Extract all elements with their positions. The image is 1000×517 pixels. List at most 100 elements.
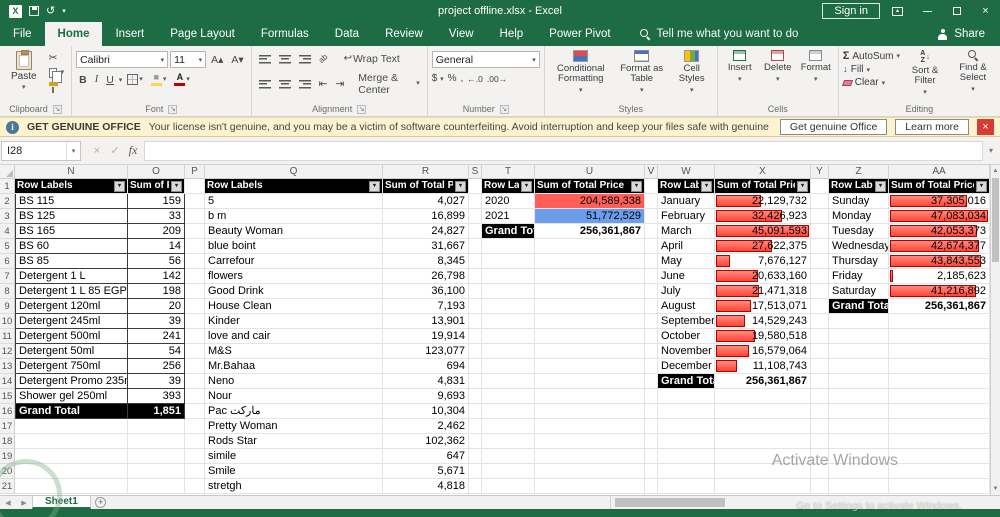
cell-W17[interactable] <box>658 419 715 434</box>
cell-W16[interactable] <box>658 404 715 419</box>
filter-dropdown-icon[interactable]: ▾ <box>521 180 532 192</box>
cell-R11[interactable]: 19,914 <box>383 329 469 344</box>
cell-AA16[interactable] <box>889 404 990 419</box>
cell-V6[interactable] <box>645 254 658 269</box>
cell-O16[interactable]: 1,851 <box>128 404 185 419</box>
cell-AA5[interactable]: 42,674,377 <box>889 239 990 254</box>
cell-AA17[interactable] <box>889 419 990 434</box>
cell-R16[interactable]: 10,304 <box>383 404 469 419</box>
minimize-button[interactable] <box>913 0 942 22</box>
column-header-Y[interactable]: Y <box>811 165 829 179</box>
column-header-U[interactable]: U <box>535 165 645 179</box>
cell-AA14[interactable] <box>889 374 990 389</box>
cell-X11[interactable]: 19,580,518 <box>715 329 811 344</box>
cell-V8[interactable] <box>645 284 658 299</box>
format-cells-button[interactable]: Format ▾ <box>798 48 834 85</box>
cell-Q19[interactable]: simile <box>205 449 383 464</box>
column-header-Z[interactable]: Z <box>829 165 889 179</box>
learn-more-button[interactable]: Learn more <box>895 119 969 135</box>
horizontal-scroll-thumb[interactable] <box>615 498 725 507</box>
cell-Q2[interactable]: 5 <box>205 194 383 209</box>
row-header-6[interactable]: 6 <box>0 254 15 269</box>
filter-dropdown-icon[interactable]: ▾ <box>875 180 886 192</box>
cell-V12[interactable] <box>645 344 658 359</box>
cell-Z5[interactable]: Wednesday <box>829 239 889 254</box>
cell-U5[interactable] <box>535 239 645 254</box>
cell-O11[interactable]: 241 <box>128 329 185 344</box>
cell-O6[interactable]: 56 <box>128 254 185 269</box>
cell-W3[interactable]: February <box>658 209 715 224</box>
cell-X12[interactable]: 16,579,064 <box>715 344 811 359</box>
cell-N1[interactable]: Row Labels ▾ <box>15 179 128 194</box>
cell-S2[interactable] <box>469 194 482 209</box>
cell-Z12[interactable] <box>829 344 889 359</box>
filter-dropdown-icon[interactable]: ▾ <box>631 180 642 192</box>
cell-R10[interactable]: 13,901 <box>383 314 469 329</box>
wrap-text-button[interactable]: ↩ Wrap Text <box>341 52 403 66</box>
row-header-17[interactable]: 17 <box>0 419 15 434</box>
cell-U4[interactable]: 256,361,867 <box>535 224 645 239</box>
cell-X7[interactable]: 20,633,160 <box>715 269 811 284</box>
cell-Z7[interactable]: Friday <box>829 269 889 284</box>
cell-N14[interactable]: Detergent Promo 235ml <box>15 374 128 389</box>
column-header-P[interactable]: P <box>185 165 205 179</box>
cell-V10[interactable] <box>645 314 658 329</box>
cell-S19[interactable] <box>469 449 482 464</box>
cell-R4[interactable]: 24,827 <box>383 224 469 239</box>
ribbon-tab-page-layout[interactable]: Page Layout <box>157 22 248 46</box>
scroll-up-icon[interactable]: ▲ <box>991 165 1000 177</box>
align-left-icon[interactable] <box>256 79 274 90</box>
cell-Q4[interactable]: Beauty Woman <box>205 224 383 239</box>
cell-Y7[interactable] <box>811 269 829 284</box>
cell-Z8[interactable]: Saturday <box>829 284 889 299</box>
ribbon-tab-home[interactable]: Home <box>44 22 103 46</box>
cell-AA19[interactable] <box>889 449 990 464</box>
cell-V9[interactable] <box>645 299 658 314</box>
cell-U10[interactable] <box>535 314 645 329</box>
insert-function-icon[interactable]: fx <box>124 143 142 158</box>
cell-Y3[interactable] <box>811 209 829 224</box>
cell-S8[interactable] <box>469 284 482 299</box>
cell-O5[interactable]: 14 <box>128 239 185 254</box>
cell-N17[interactable] <box>15 419 128 434</box>
cell-Y21[interactable] <box>811 479 829 494</box>
row-header-11[interactable]: 11 <box>0 329 15 344</box>
cell-U7[interactable] <box>535 269 645 284</box>
row-header-15[interactable]: 15 <box>0 389 15 404</box>
row-header-12[interactable]: 12 <box>0 344 15 359</box>
cell-X15[interactable] <box>715 389 811 404</box>
cell-Y17[interactable] <box>811 419 829 434</box>
cell-P4[interactable] <box>185 224 205 239</box>
cell-S7[interactable] <box>469 269 482 284</box>
cell-Q20[interactable]: Smile <box>205 464 383 479</box>
cell-U15[interactable] <box>535 389 645 404</box>
cell-Z14[interactable] <box>829 374 889 389</box>
cell-P21[interactable] <box>185 479 205 494</box>
row-header-9[interactable]: 9 <box>0 299 15 314</box>
scroll-down-icon[interactable]: ▼ <box>991 483 1000 495</box>
cell-V20[interactable] <box>645 464 658 479</box>
select-all-corner[interactable] <box>0 165 15 179</box>
cell-styles-button[interactable]: Cell Styles ▾ <box>671 48 713 96</box>
cell-S1[interactable] <box>469 179 482 194</box>
cell-AA21[interactable] <box>889 479 990 494</box>
cell-T8[interactable] <box>482 284 535 299</box>
cell-R19[interactable]: 647 <box>383 449 469 464</box>
cell-U19[interactable] <box>535 449 645 464</box>
cell-R21[interactable]: 4,818 <box>383 479 469 494</box>
cell-Y14[interactable] <box>811 374 829 389</box>
cell-AA20[interactable] <box>889 464 990 479</box>
cell-Q8[interactable]: Good Drink <box>205 284 383 299</box>
cell-V7[interactable] <box>645 269 658 284</box>
cell-X2[interactable]: 22,129,732 <box>715 194 811 209</box>
formula-input[interactable] <box>144 140 983 161</box>
ribbon-tab-power-pivot[interactable]: Power Pivot <box>536 22 623 46</box>
cell-Q18[interactable]: Rods Star <box>205 434 383 449</box>
cell-Y15[interactable] <box>811 389 829 404</box>
enter-icon[interactable]: ✓ <box>106 144 124 157</box>
cut-button[interactable]: ✂ <box>46 51 68 65</box>
cell-Q16[interactable]: Pac ماركت <box>205 404 383 419</box>
cell-Q7[interactable]: flowers <box>205 269 383 284</box>
cell-R5[interactable]: 31,667 <box>383 239 469 254</box>
row-header-16[interactable]: 16 <box>0 404 15 419</box>
